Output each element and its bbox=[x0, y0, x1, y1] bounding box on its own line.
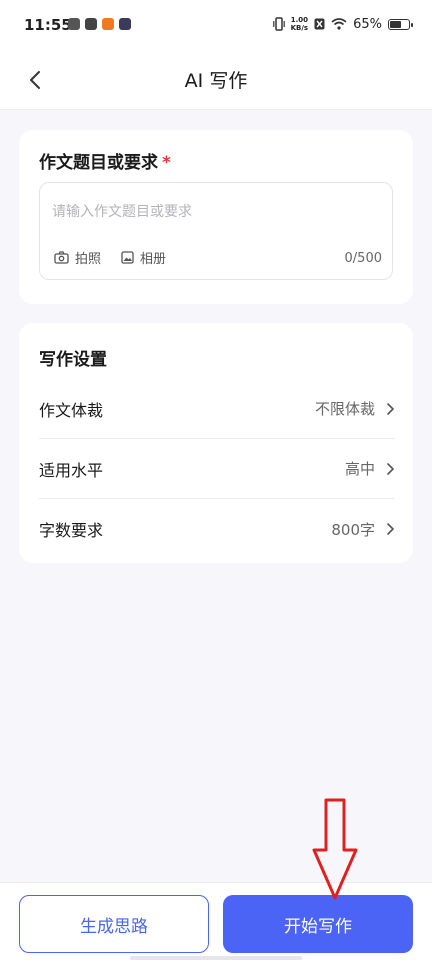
setting-row-level[interactable]: 适用水平 高中 bbox=[39, 439, 395, 499]
setting-row-genre[interactable]: 作文体裁 不限体裁 bbox=[39, 379, 395, 439]
status-time: 11:55 bbox=[24, 16, 72, 34]
image-icon bbox=[121, 251, 134, 264]
chevron-right-icon bbox=[387, 402, 395, 415]
start-writing-button[interactable]: 开始写作 bbox=[223, 895, 413, 953]
battery-icon bbox=[388, 18, 413, 30]
setting-value-group: 高中 bbox=[345, 458, 395, 479]
setting-label: 适用水平 bbox=[39, 460, 104, 480]
battery-level bbox=[390, 20, 402, 28]
required-mark: * bbox=[162, 153, 171, 173]
settings-card: 写作设置 作文体裁 不限体裁 适用水平 高中 字数要求 800字 bbox=[19, 323, 413, 563]
camera-icon bbox=[54, 251, 69, 264]
camera-button[interactable]: 拍照 bbox=[54, 248, 101, 267]
nav-bar: AI 写作 bbox=[0, 52, 432, 110]
topic-input-box[interactable]: 拍照 相册 0/500 bbox=[39, 182, 393, 280]
album-button[interactable]: 相册 bbox=[121, 248, 166, 267]
topic-tools: 拍照 相册 bbox=[54, 248, 166, 267]
notification-app-icon bbox=[68, 18, 80, 30]
no-sim-icon bbox=[314, 18, 325, 30]
setting-value: 不限体裁 bbox=[314, 400, 375, 418]
chevron-right-icon bbox=[387, 462, 395, 475]
topic-input[interactable] bbox=[52, 197, 382, 227]
status-indicators: 1.00 KB/s 65% bbox=[272, 16, 413, 32]
topic-heading: 作文题目或要求 * bbox=[39, 148, 171, 173]
topic-card: 作文题目或要求* 拍照 相册 0/500 bbox=[19, 130, 413, 304]
settings-heading: 写作设置 bbox=[39, 350, 107, 370]
album-label: 相册 bbox=[140, 252, 167, 267]
page-title: AI 写作 bbox=[184, 70, 248, 92]
wifi-icon bbox=[331, 18, 347, 30]
status-bar: 11:55 1.00 KB/s 65% bbox=[0, 0, 432, 52]
notification-app-icon bbox=[119, 18, 131, 30]
char-counter: 0/500 bbox=[344, 251, 382, 266]
setting-value: 800字 bbox=[331, 520, 375, 539]
camera-label: 拍照 bbox=[75, 252, 102, 267]
vibrate-icon bbox=[272, 17, 285, 31]
topic-heading-text: 作文题目或要求 bbox=[39, 153, 158, 173]
home-indicator bbox=[130, 956, 302, 960]
notification-app-icon bbox=[102, 18, 114, 30]
setting-value: 高中 bbox=[344, 460, 375, 478]
setting-label: 字数要求 bbox=[39, 521, 104, 540]
setting-value-group: 800字 bbox=[331, 519, 395, 540]
setting-value-group: 不限体裁 bbox=[315, 398, 395, 419]
notification-app-icon bbox=[85, 18, 97, 30]
chevron-right-icon bbox=[387, 523, 395, 535]
setting-label: 作文体裁 bbox=[39, 400, 104, 420]
battery-percent: 65% bbox=[353, 16, 382, 32]
generate-outline-button[interactable]: 生成思路 bbox=[19, 895, 209, 953]
network-speed: 1.00 KB/s bbox=[290, 16, 309, 32]
setting-row-word-count[interactable]: 字数要求 800字 bbox=[39, 499, 395, 559]
bottom-action-bar: 生成思路 开始写作 bbox=[0, 882, 432, 964]
status-app-icons bbox=[68, 18, 131, 30]
